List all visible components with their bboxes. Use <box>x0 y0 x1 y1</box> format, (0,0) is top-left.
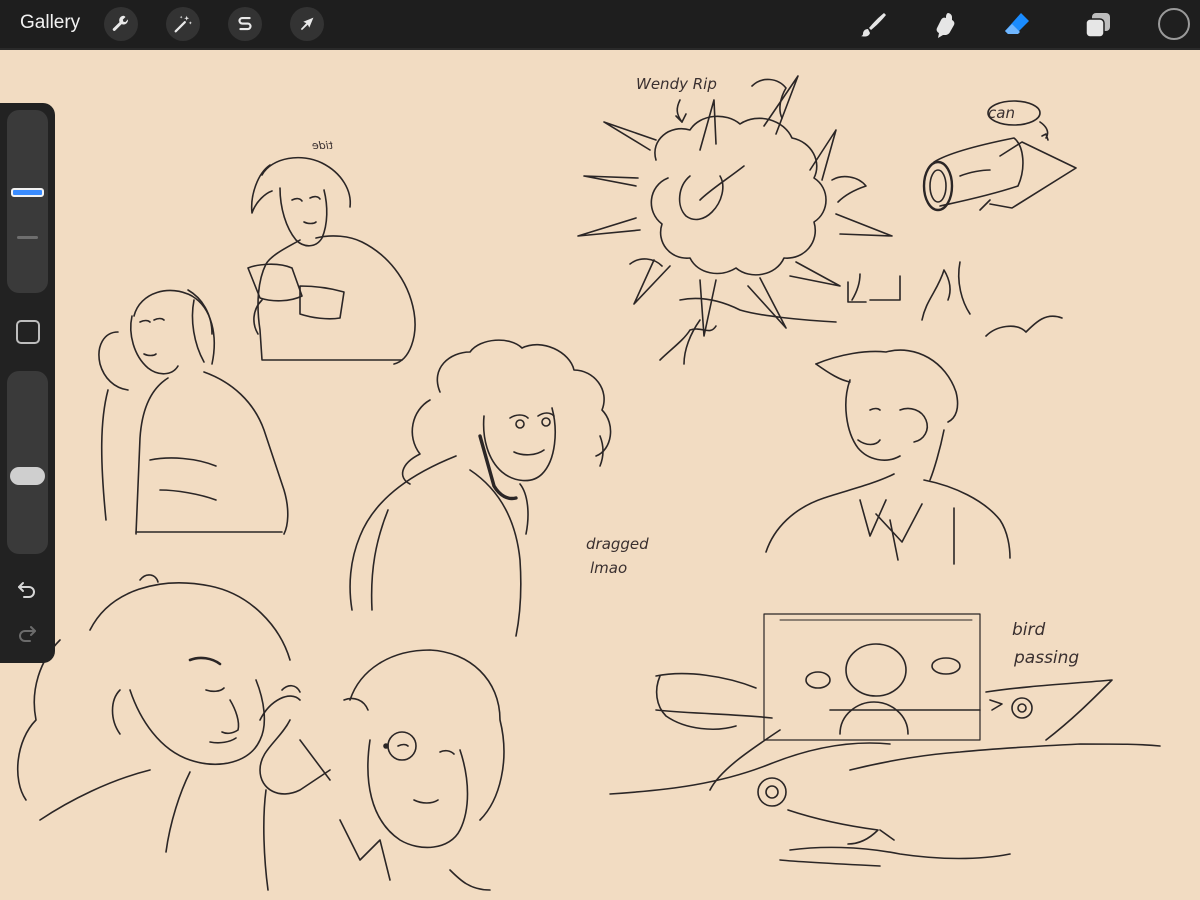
transform-button[interactable] <box>290 7 324 41</box>
annotation-tide: tide <box>312 139 334 152</box>
undo-icon <box>18 582 35 598</box>
brush-size-slider[interactable] <box>7 110 48 293</box>
eraser-icon <box>1005 13 1029 34</box>
brush-icon <box>861 13 886 37</box>
smudge-icon <box>936 13 955 38</box>
sketch-ruins <box>847 261 1063 337</box>
sketch-layer <box>16 75 1161 891</box>
top-toolbar: Gallery <box>0 0 1200 50</box>
annotation-can: can <box>988 104 1015 122</box>
sketch-hooded-figure <box>247 156 416 365</box>
redo-icon <box>19 626 36 642</box>
gallery-button[interactable]: Gallery <box>20 11 80 35</box>
brush-button[interactable] <box>856 8 890 42</box>
eraser-button[interactable] <box>1000 8 1034 42</box>
smudge-button[interactable] <box>928 8 962 42</box>
undo-button[interactable] <box>13 575 41 603</box>
annotation-dragged-line1: dragged <box>586 535 649 553</box>
layers-button[interactable] <box>1081 8 1115 42</box>
annotation-wendy-rip: Wendy Rip <box>636 75 717 93</box>
adjustments-button[interactable] <box>166 7 200 41</box>
magic-wand-icon <box>174 15 192 33</box>
sketch-explosion <box>577 75 893 365</box>
selection-button[interactable] <box>228 7 262 41</box>
actions-button[interactable] <box>104 7 138 41</box>
brush-size-notch <box>17 236 38 239</box>
arrow-cursor-icon <box>300 17 314 31</box>
modify-button[interactable] <box>16 320 40 344</box>
brush-size-handle[interactable] <box>11 188 44 197</box>
redo-button[interactable] <box>13 619 41 647</box>
brush-opacity-handle[interactable] <box>10 467 45 485</box>
layers-icon <box>1085 13 1110 38</box>
selection-s-icon <box>238 16 252 31</box>
left-sidebar <box>0 103 55 663</box>
sketch-curly-figure <box>349 339 612 637</box>
annotation-bird-line1: bird <box>1012 620 1046 640</box>
brush-opacity-slider[interactable] <box>7 371 48 554</box>
sketch-monocle-figure <box>259 649 505 891</box>
color-picker-button[interactable] <box>1158 8 1190 40</box>
drawing-canvas[interactable]: Wendy Rip can tide dragged lmao bird pas… <box>0 52 1200 900</box>
annotation-bird-line2: passing <box>1014 648 1080 668</box>
sketch-cap-boy <box>765 349 1011 565</box>
procreate-app: Gallery Wendy Rip can tide dragged lmao … <box>0 0 1200 900</box>
annotation-dragged-line2: lmao <box>590 559 628 577</box>
wrench-icon <box>112 15 128 31</box>
sketch-big-head <box>16 574 291 853</box>
